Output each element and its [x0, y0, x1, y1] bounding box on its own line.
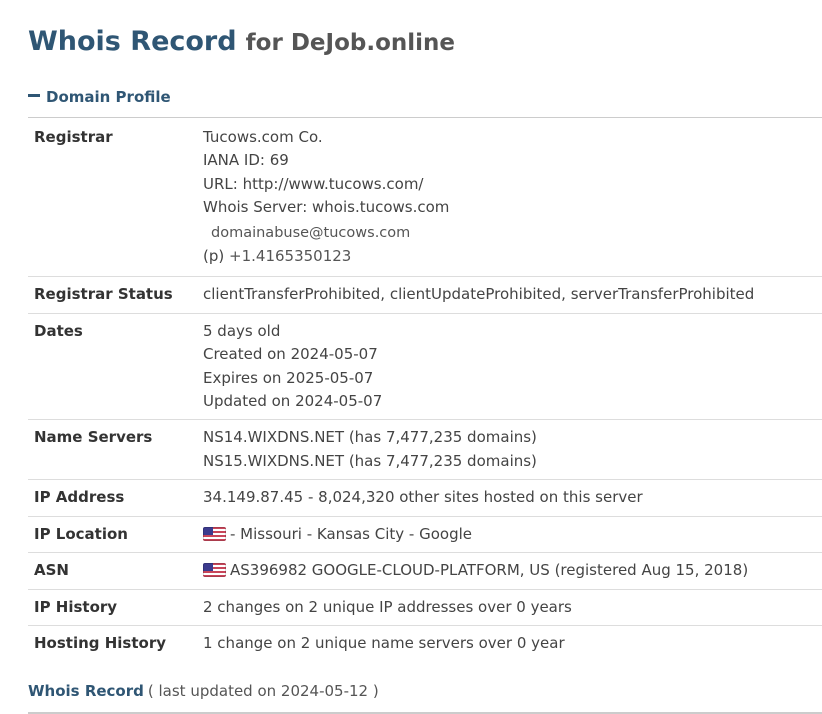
- ip-history-row: IP History 2 changes on 2 unique IP addr…: [28, 590, 822, 626]
- ip-history-label: IP History: [34, 597, 118, 616]
- name-servers-label: Name Servers: [34, 428, 153, 447]
- ip-history-value: 2 changes on 2 unique IP addresses over …: [203, 597, 572, 616]
- registrar-status-value: clientTransferProhibited, clientUpdatePr…: [203, 285, 755, 304]
- created-date: Created on 2024-05-07: [203, 345, 378, 364]
- registrar-iana-id: IANA ID: 69: [203, 151, 289, 170]
- page-title: Whois Record for DeJob.online: [28, 26, 455, 57]
- dates-label: Dates: [34, 321, 83, 340]
- whois-record-footer: Whois Record( last updated on 2024-05-12…: [28, 682, 822, 700]
- last-updated-note: ( last updated on 2024-05-12 ): [147, 682, 379, 700]
- us-flag-icon: [203, 526, 226, 541]
- updated-date: Updated on 2024-05-07: [203, 392, 383, 411]
- registrar-label: Registrar: [34, 128, 113, 146]
- asn-value: AS396982 GOOGLE-CLOUD-PLATFORM, US (regi…: [203, 559, 822, 582]
- page-title-domain: for DeJob.online: [245, 30, 455, 56]
- ip-address-value: 34.149.87.45 - 8,024,320 other sites hos…: [203, 488, 643, 507]
- hosting-history-label: Hosting History: [34, 633, 167, 652]
- minus-icon: [28, 94, 40, 97]
- hosting-history-row: Hosting History 1 change on 2 unique nam…: [28, 626, 822, 661]
- asn-row: ASN AS396982 GOOGLE-CLOUD-PLATFORM, US (…: [28, 553, 822, 590]
- ip-location-label: IP Location: [34, 524, 128, 543]
- registrar-status-label: Registrar Status: [34, 285, 173, 304]
- phone-prefix: (p): [203, 247, 225, 266]
- phone-number: +1.4165350123: [229, 247, 352, 266]
- domain-profile-label: Domain Profile: [46, 88, 171, 106]
- asn-text: AS396982 GOOGLE-CLOUD-PLATFORM, US (regi…: [230, 561, 749, 580]
- hosting-history-value: 1 change on 2 unique name servers over 0…: [203, 633, 565, 652]
- registrar-url: URL: http://www.tucows.com/: [203, 174, 424, 193]
- domain-profile-table: Registrar Tucows.com Co. IANA ID: 69 URL…: [28, 117, 822, 661]
- ip-location-value: - Missouri - Kansas City - Google: [203, 523, 822, 546]
- registrar-name: Tucows.com Co.: [203, 128, 323, 146]
- registrar-whois-server: Whois Server: whois.tucows.com: [203, 198, 450, 217]
- ip-location-text: - Missouri - Kansas City - Google: [230, 524, 472, 543]
- registrar-row: Registrar Tucows.com Co. IANA ID: 69 URL…: [28, 118, 822, 278]
- dates-value: 5 days old Created on 2024-05-07 Expires…: [203, 320, 822, 414]
- name-server-item: NS15.WIXDNS.NET (has 7,477,235 domains): [203, 451, 537, 470]
- dates-row: Dates 5 days old Created on 2024-05-07 E…: [28, 314, 822, 421]
- ip-address-row: IP Address 34.149.87.45 - 8,024,320 othe…: [28, 480, 822, 517]
- name-servers-value: NS14.WIXDNS.NET (has 7,477,235 domains) …: [203, 426, 822, 473]
- registrar-phone: (p) +1.4165350123: [203, 245, 822, 268]
- whois-record-link[interactable]: Whois Record: [28, 682, 144, 700]
- registrar-status-row: Registrar Status clientTransferProhibite…: [28, 277, 822, 314]
- name-servers-row: Name Servers NS14.WIXDNS.NET (has 7,477,…: [28, 420, 822, 481]
- name-server-item: NS14.WIXDNS.NET (has 7,477,235 domains): [203, 428, 537, 447]
- us-flag-icon: [203, 563, 226, 578]
- ip-location-row: IP Location - Missouri - Kansas City - G…: [28, 517, 822, 554]
- ip-address-label: IP Address: [34, 488, 125, 507]
- domain-profile-toggle[interactable]: Domain Profile: [28, 88, 171, 106]
- expires-date: Expires on 2025-05-07: [203, 368, 374, 387]
- domain-age: 5 days old: [203, 321, 281, 340]
- asn-label: ASN: [34, 561, 69, 580]
- page-title-main: Whois Record: [28, 26, 237, 57]
- registrar-value: Tucows.com Co. IANA ID: 69 URL: http://w…: [203, 126, 822, 268]
- registrar-abuse-email: domainabuse@tucows.com: [211, 224, 411, 241]
